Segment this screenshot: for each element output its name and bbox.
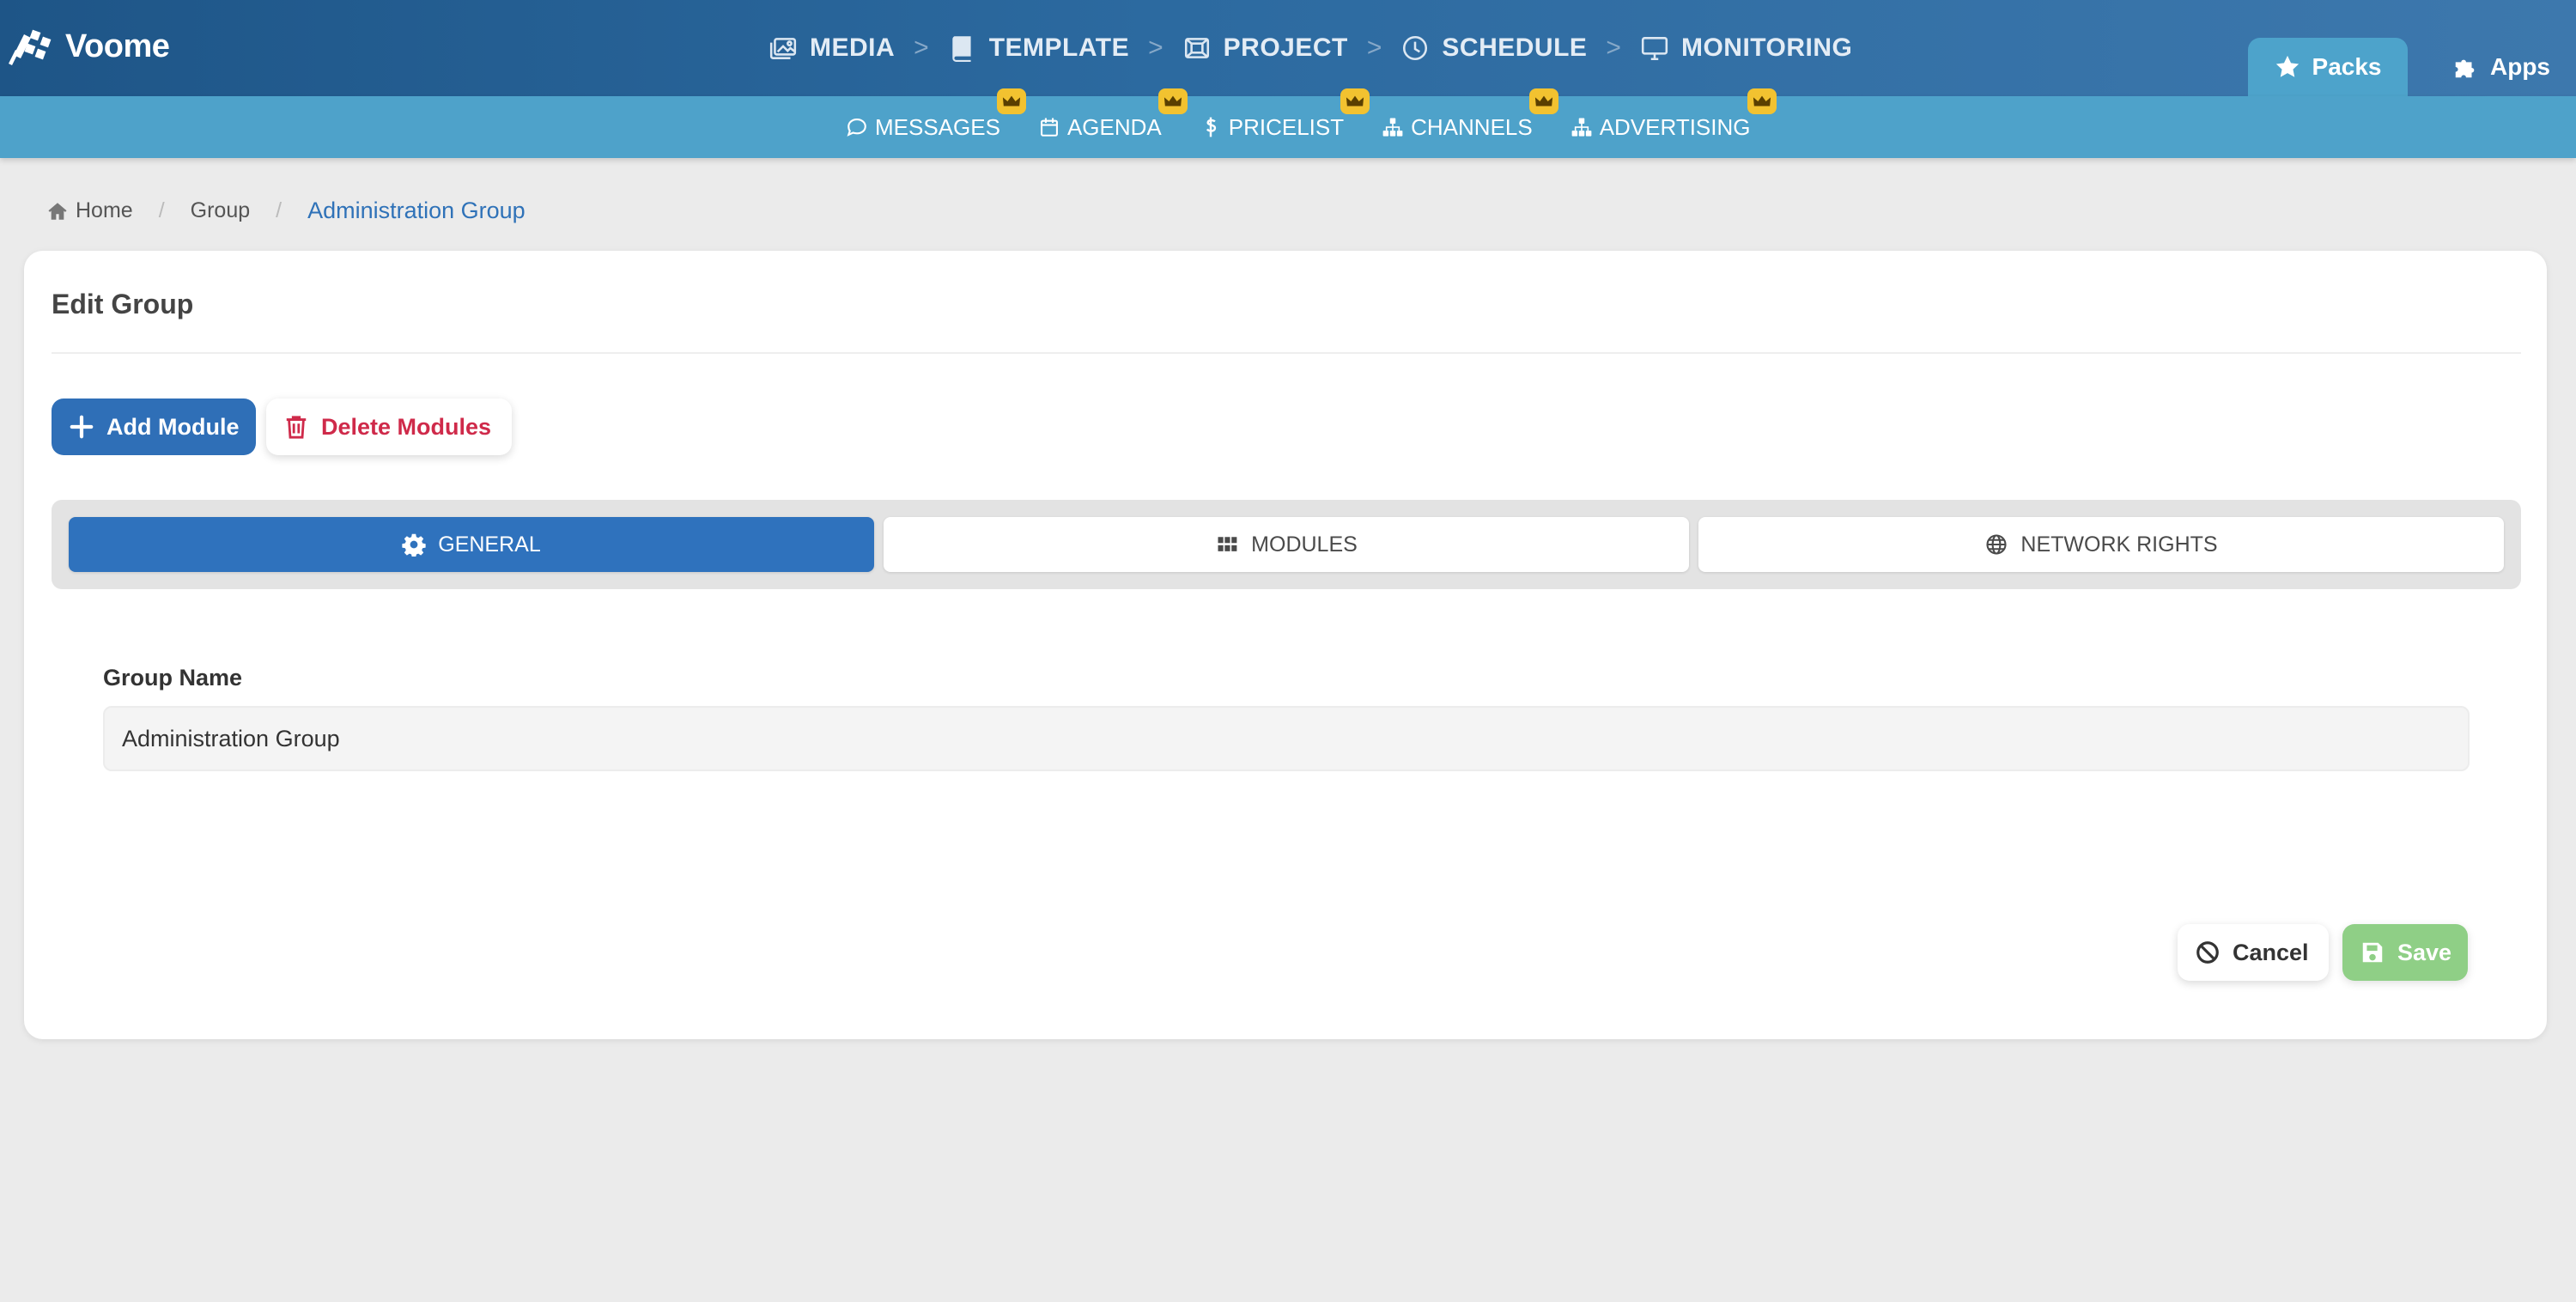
tab-network-rights[interactable]: NETWORK RIGHTS [1698, 517, 2504, 572]
subnav-pricelist[interactable]: PRICELIST [1200, 88, 1370, 141]
crown-icon [1346, 95, 1364, 106]
nav-project-label: PROJECT [1223, 33, 1348, 62]
tab-general-label: GENERAL [438, 532, 541, 557]
nav-separator: > [1366, 33, 1382, 62]
crown-badge [996, 88, 1026, 114]
gear-icon [402, 533, 426, 557]
packs-tab[interactable]: Packs [2248, 38, 2408, 96]
breadcrumb: Home / Group / Administration Group [46, 198, 526, 224]
breadcrumb-home[interactable]: Home [46, 198, 133, 223]
subnav-pricelist-label: PRICELIST [1228, 113, 1345, 140]
crown-badge [1157, 88, 1188, 114]
logo-text: Voome [65, 27, 170, 64]
sub-nav: MESSAGES AGENDA PRICELIST CHANNELS ADVER… [846, 88, 1789, 158]
trash-icon [286, 416, 307, 439]
calendar-icon [1040, 118, 1058, 137]
grid-icon [1218, 537, 1237, 551]
sitemap-icon [1382, 118, 1403, 137]
apps-tab-label: Apps [2490, 53, 2550, 80]
delete-modules-button[interactable]: Delete Modules [266, 399, 512, 455]
nav-monitoring[interactable]: MONITORING [1640, 33, 1852, 63]
comment-icon [847, 119, 866, 137]
subnav-advertising[interactable]: ADVERTISING [1571, 88, 1777, 141]
tab-modules[interactable]: MODULES [884, 517, 1689, 572]
nav-media[interactable]: MEDIA [769, 33, 895, 63]
apps-tab[interactable]: Apps [2437, 38, 2566, 96]
page-title: Edit Group [52, 289, 194, 319]
monitor-icon [1641, 37, 1668, 61]
checkered-flag-icon [9, 29, 52, 65]
tab-network-rights-label: NETWORK RIGHTS [2020, 532, 2218, 557]
breadcrumb-separator: / [276, 198, 283, 222]
globe-icon [1986, 534, 2007, 555]
breadcrumb-home-label: Home [76, 198, 133, 222]
book-icon [951, 36, 971, 62]
clock-icon [1403, 35, 1428, 61]
nav-template-label: TEMPLATE [988, 33, 1130, 62]
delete-modules-label: Delete Modules [321, 413, 492, 440]
cancel-button[interactable]: Cancel [2178, 924, 2329, 981]
save-button[interactable]: Save [2342, 924, 2468, 981]
group-name-input[interactable] [103, 706, 2470, 771]
crown-icon [1163, 95, 1182, 106]
subnav-channels[interactable]: CHANNELS [1382, 88, 1558, 141]
subnav-messages[interactable]: MESSAGES [846, 88, 1026, 141]
subnav-advertising-label: ADVERTISING [1599, 113, 1751, 140]
nav-schedule-label: SCHEDULE [1442, 33, 1588, 62]
group-name-label: Group Name [103, 665, 243, 691]
nav-separator: > [1606, 33, 1621, 62]
subnav-channels-label: CHANNELS [1411, 113, 1533, 140]
cancel-label: Cancel [2233, 939, 2309, 965]
tab-general[interactable]: GENERAL [69, 517, 874, 572]
nav-schedule[interactable]: SCHEDULE [1400, 33, 1587, 63]
divider [52, 352, 2521, 354]
top-navbar: Voome MEDIA > TEMPLATE > PROJECT > SCHED… [0, 0, 2576, 96]
subnav-messages-label: MESSAGES [875, 113, 1000, 140]
subnav-agenda[interactable]: AGENDA [1038, 88, 1188, 141]
nav-project[interactable]: PROJECT [1182, 33, 1348, 63]
nav-media-label: MEDIA [810, 33, 896, 62]
breadcrumb-separator: / [158, 198, 165, 222]
edit-group-card: Edit Group Add Module Delete Modules GEN… [24, 251, 2547, 1039]
crown-icon [1753, 95, 1771, 106]
sitemap-icon [1571, 118, 1592, 137]
crown-badge [1747, 88, 1777, 114]
dollar-icon [1206, 117, 1216, 137]
tab-bar: GENERAL MODULES NETWORK RIGHTS [52, 500, 2521, 589]
add-module-button[interactable]: Add Module [52, 399, 256, 455]
images-icon [769, 38, 797, 59]
home-icon [48, 202, 67, 220]
nav-separator: > [1148, 33, 1163, 62]
crown-badge [1340, 88, 1370, 114]
tab-modules-label: MODULES [1251, 532, 1358, 557]
add-module-label: Add Module [106, 413, 240, 440]
breadcrumb-current: Administration Group [307, 198, 526, 223]
subnav-agenda-label: AGENDA [1066, 113, 1162, 140]
breadcrumb-group[interactable]: Group [191, 198, 250, 223]
save-label: Save [2397, 939, 2452, 965]
project-icon [1184, 38, 1209, 58]
ban-icon [2196, 941, 2219, 964]
nav-template[interactable]: TEMPLATE [948, 33, 1129, 63]
nav-separator: > [914, 33, 929, 62]
main-nav: MEDIA > TEMPLATE > PROJECT > SCHEDULE > … [769, 26, 1852, 70]
crown-badge [1528, 88, 1558, 114]
plus-icon [70, 415, 94, 439]
star-icon [2275, 55, 2299, 77]
voome-logo[interactable]: Voome [7, 19, 170, 74]
puzzle-icon [2455, 59, 2475, 78]
premium-subnav-bar: MESSAGES AGENDA PRICELIST CHANNELS ADVER… [0, 88, 2576, 158]
nav-monitoring-label: MONITORING [1680, 33, 1853, 62]
crown-icon [1002, 95, 1021, 106]
packs-tab-label: Packs [2312, 53, 2382, 80]
crown-icon [1534, 95, 1552, 106]
floppy-disk-icon [2362, 942, 2383, 963]
